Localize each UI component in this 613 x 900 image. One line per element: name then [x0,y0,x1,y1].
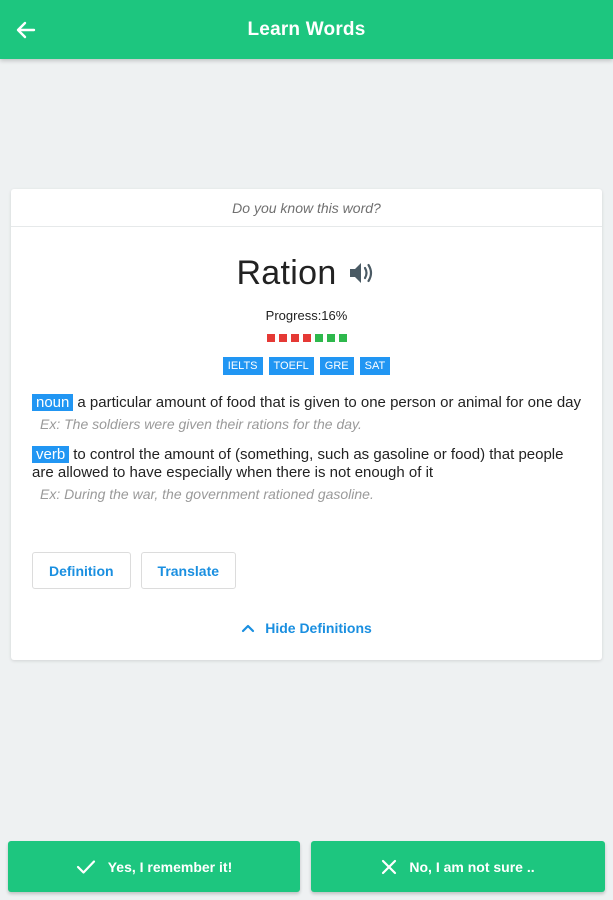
tag-gre[interactable]: GRE [319,357,354,375]
progress-dot [266,334,275,342]
definition-text: to control the amount of (something, suc… [32,446,564,481]
tag-sat[interactable]: SAT [359,357,391,375]
not-sure-label: No, I am not sure .. [409,858,535,875]
remember-label: Yes, I remember it! [107,858,233,875]
progress-dot [338,334,347,342]
example-text: Ex: The soldiers were given their ration… [40,416,362,432]
page-title: Learn Words [247,18,366,40]
hide-definitions-label: Hide Definitions [265,620,372,636]
pronounce-button[interactable] [347,258,377,288]
example-text: Ex: During the war, the government ratio… [40,486,374,502]
speaker-icon [349,263,372,283]
word-title: Ration [236,253,337,292]
hide-definitions-button[interactable]: Hide Definitions [11,620,602,636]
word-row: Ration [11,251,602,295]
progress-dot [290,334,299,342]
definitions: noun a particular amount of food that is … [32,394,582,516]
remember-button[interactable]: Yes, I remember it! [8,841,300,892]
tag-toefl[interactable]: TOEFL [268,357,314,375]
arrow-left-icon [16,21,36,39]
part-of-speech-badge: noun [32,394,74,411]
progress-text: Progress:16% [265,308,348,323]
definition-text: a particular amount of food that is give… [77,394,582,411]
translate-button[interactable]: Translate [140,552,237,589]
check-icon [76,859,95,874]
progress-dot [278,334,287,342]
exam-tags: IELTS TOEFL GRE SAT [11,357,602,375]
definition-item: verb to control the amount of (something,… [32,446,582,502]
progress-dot [314,334,323,342]
definition-button[interactable]: Definition [32,552,131,589]
not-sure-button[interactable]: No, I am not sure .. [311,841,605,892]
tag-ielts[interactable]: IELTS [222,357,263,375]
progress-dot [302,334,311,342]
chevron-up-icon [242,624,255,633]
back-button[interactable] [14,18,38,42]
question-prompt: Do you know this word? [11,189,602,227]
progress-indicator [11,334,602,342]
word-card: Do you know this word? Ration Progress:1… [11,189,602,660]
progress-dot [326,334,335,342]
close-icon [382,859,397,874]
app-bar: Learn Words [0,0,613,59]
card-actions: Definition Translate [32,552,237,589]
definition-item: noun a particular amount of food that is … [32,394,582,432]
part-of-speech-badge: verb [32,446,70,463]
